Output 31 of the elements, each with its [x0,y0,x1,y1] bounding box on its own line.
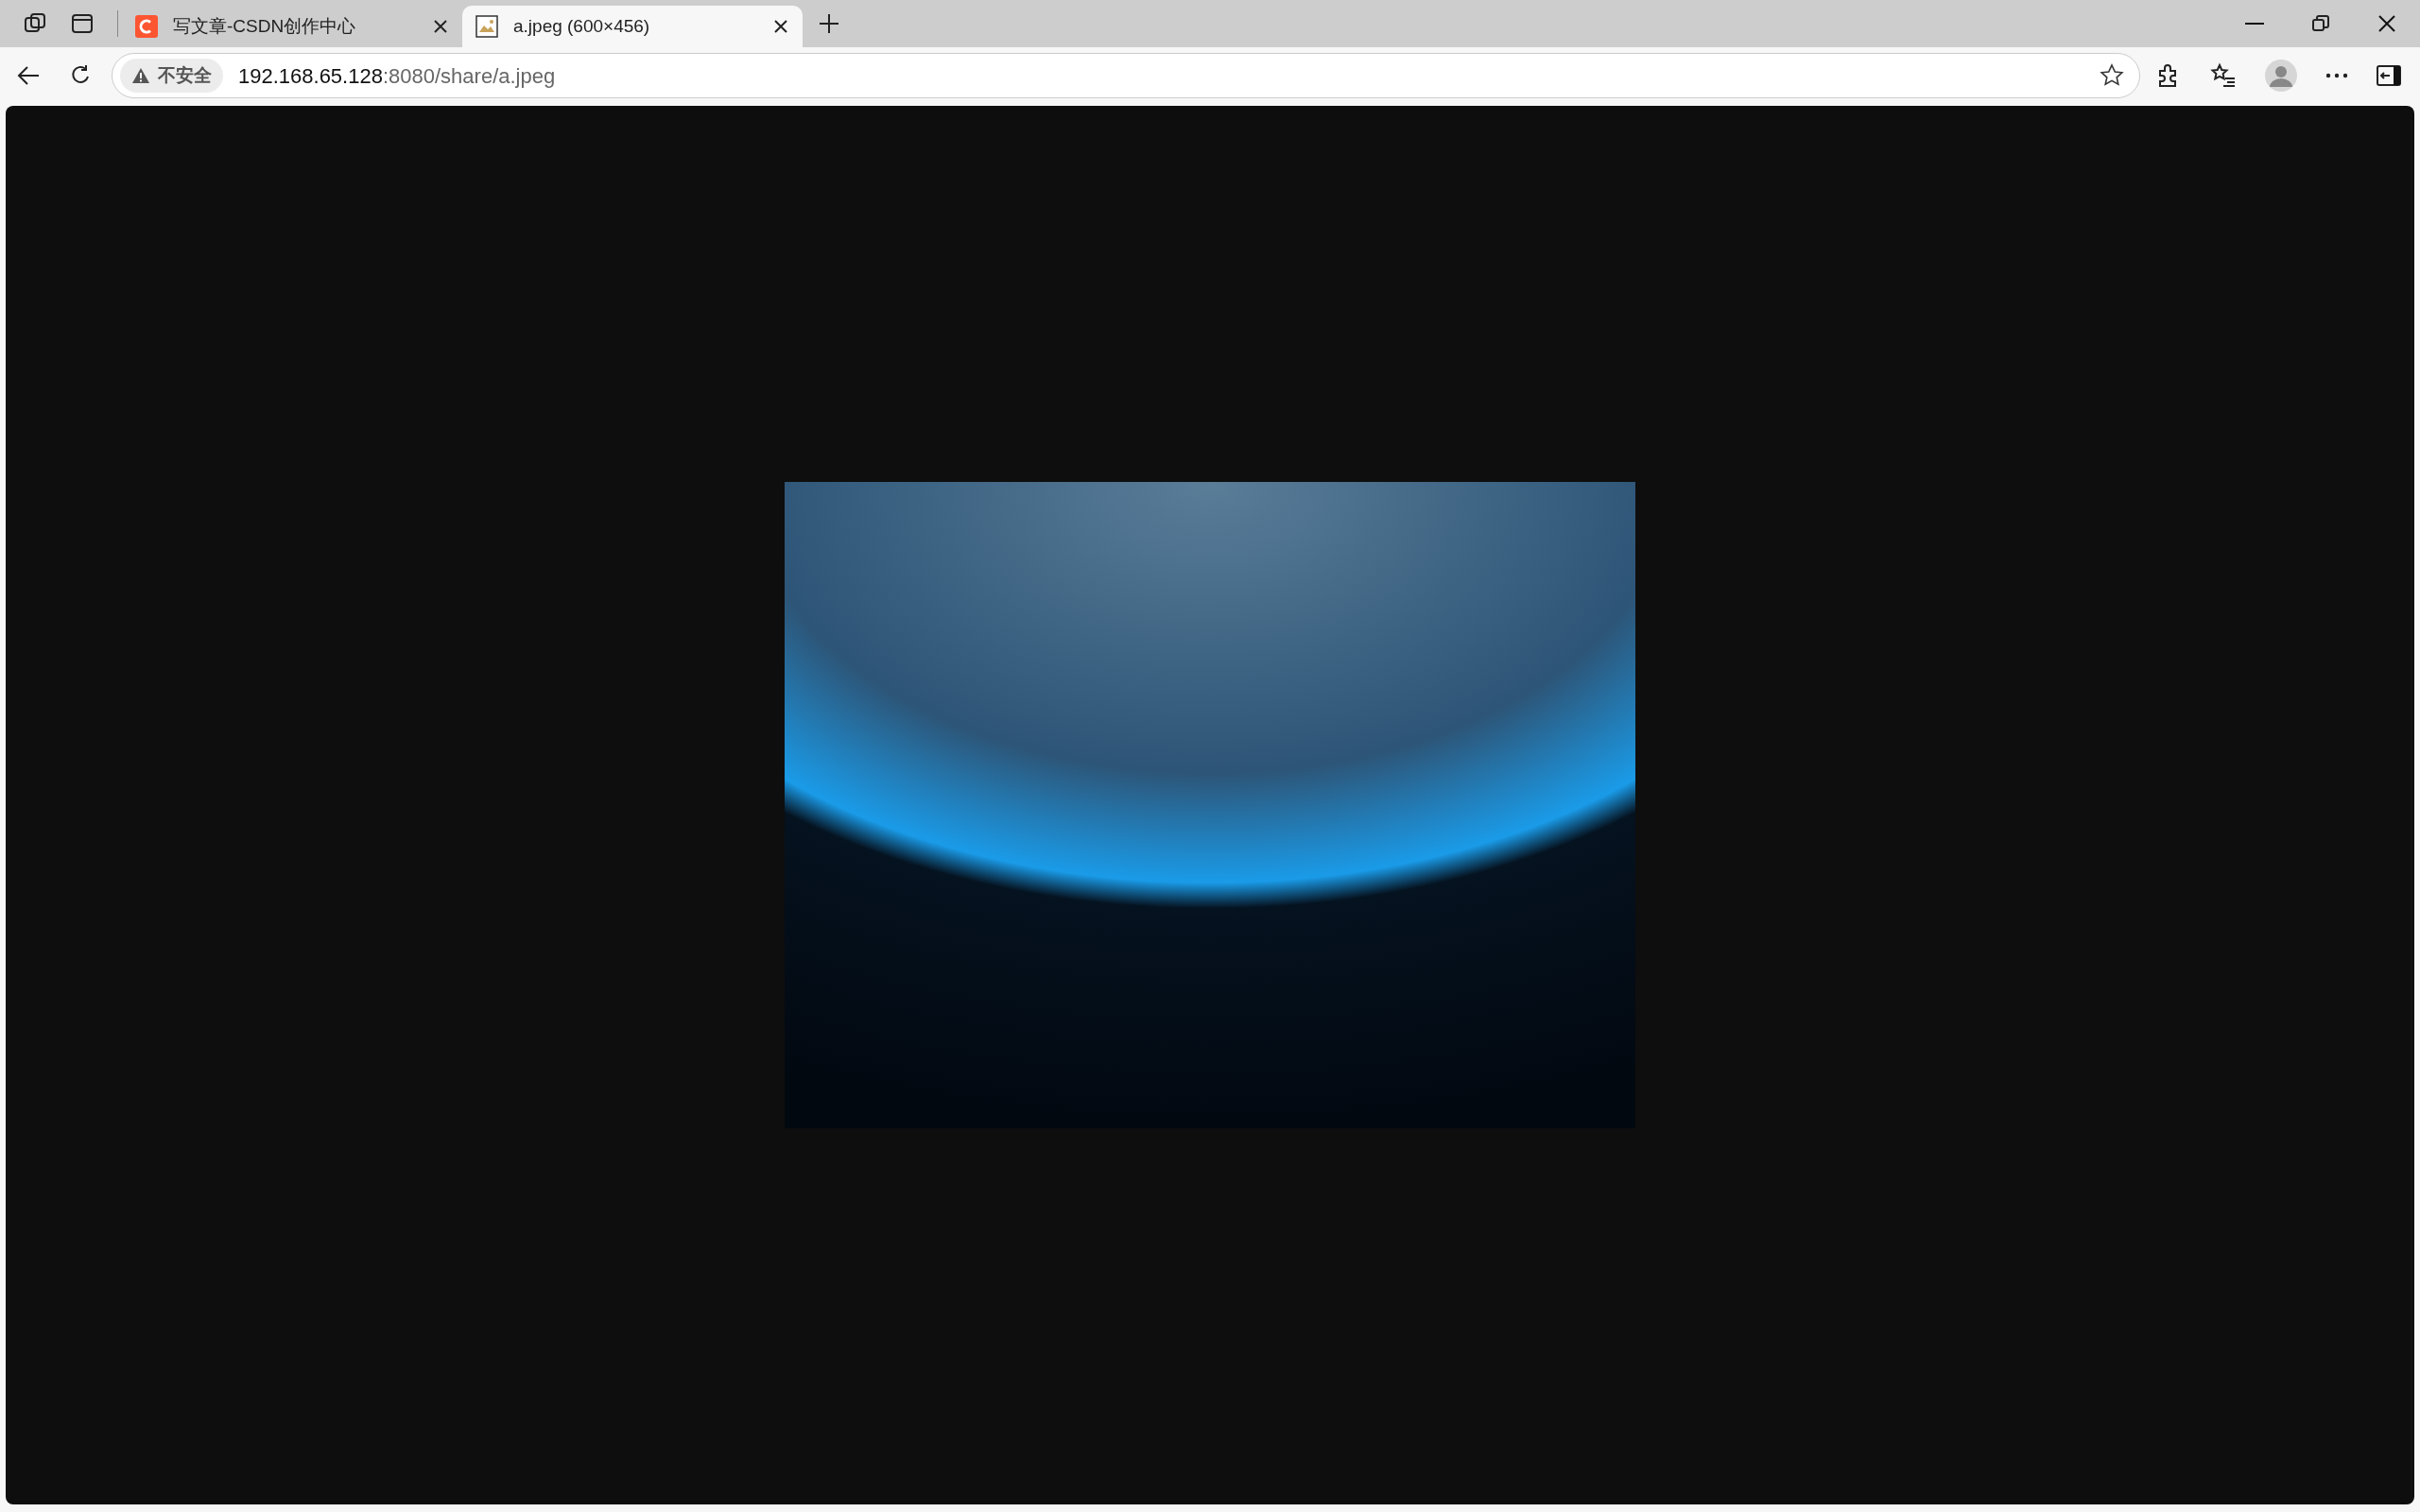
star-icon [2100,63,2124,88]
more-menu-button[interactable] [2325,73,2348,78]
sidebar-icon [2377,65,2401,86]
more-dots-icon [2325,73,2348,78]
new-tab-button[interactable] [818,12,840,35]
profile-button[interactable] [2265,60,2297,92]
close-window-button[interactable] [2377,14,2396,33]
security-label: 不安全 [158,63,212,87]
close-icon [2377,14,2396,33]
restore-button[interactable] [2311,14,2330,33]
minimize-icon [2245,23,2264,25]
url-host: 192.168.65.128 [238,62,383,90]
favorite-star-button[interactable] [2100,63,2124,88]
image-thumbnail-icon [475,15,498,38]
tab-title: 写文章-CSDN创作中心 [173,14,357,38]
tab-actions-icon[interactable] [70,11,95,36]
browser-tab[interactable]: 写文章-CSDN创作中心 [122,6,462,47]
plus-icon [818,12,840,35]
restore-icon [2311,14,2330,33]
letter-c-logo-icon [135,15,158,38]
sidebar-toggle-button[interactable] [2377,65,2401,86]
warning-icon [131,66,150,85]
address-bar[interactable]: 不安全 192.168.65.128:8080/share/a.jpeg [112,53,2140,98]
security-indicator[interactable]: 不安全 [120,58,223,94]
tab-title: a.jpeg (600×456) [513,14,651,38]
url-path: :8080/share/a.jpeg [382,62,556,90]
person-avatar-icon [2265,60,2297,92]
star-list-icon [2210,62,2237,89]
browser-tab[interactable]: a.jpeg (600×456) [462,6,803,47]
window-icon [70,11,95,36]
favorites-button[interactable] [2210,62,2237,89]
